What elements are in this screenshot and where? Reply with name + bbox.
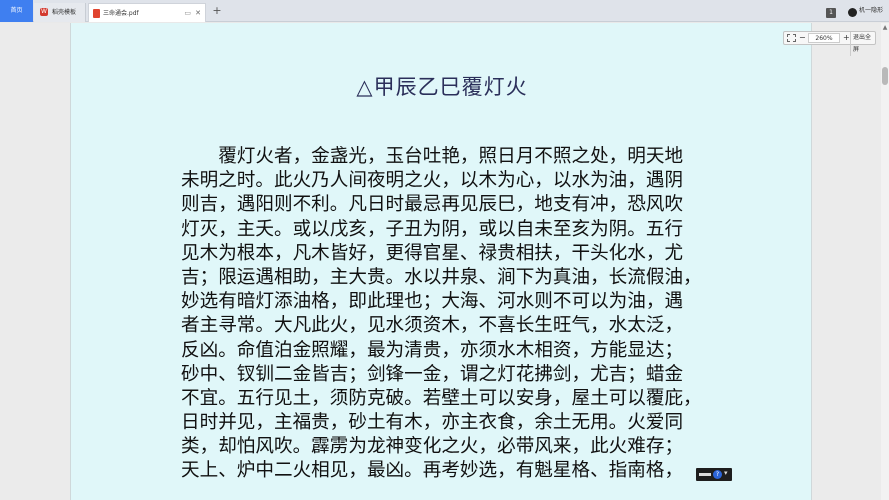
pin-icon[interactable]: ▭ <box>184 4 191 22</box>
help-icon[interactable]: ? <box>713 470 722 479</box>
text-line: 类，却怕风吹。霹雳为龙神变化之火，必带风来，此火难存； <box>181 436 684 458</box>
scroll-thumb[interactable] <box>882 67 888 85</box>
viewer-left-margin <box>0 23 70 500</box>
text-line: 天上、炉中二火相见，最凶。再考妙选，有魁星格、指南格， <box>181 460 684 482</box>
text-line: 不宜。五行见土，须防克破。若壁土可以安身，屋土可以覆庇， <box>181 387 702 409</box>
text-line: 者主寻常。大凡此火，见水须资木，不喜长生旺气，水太泛， <box>181 315 684 337</box>
minimize-bar-icon[interactable] <box>699 473 711 476</box>
zoom-in-button[interactable]: + <box>843 32 850 44</box>
text-line: 砂中、钗钏二金皆吉；剑锋一金，谓之灯花拂剑，尤吉；蜡金 <box>181 363 684 385</box>
scroll-up-icon[interactable]: ▲ <box>881 24 889 32</box>
tab-pdf-document[interactable]: 三命通会.pdf ▭ ✕ <box>88 3 206 22</box>
viewer-right-margin <box>812 23 889 500</box>
avatar[interactable] <box>848 8 857 17</box>
text-line: 妙选有暗灯添油格，即此理也；大海、河水则不可以为油，遇 <box>181 291 684 313</box>
pdf-page[interactable]: △甲辰乙巳覆灯火 覆灯火者，金盏光，玉台吐艳，照日月不照之处，明天地 未明之时。此… <box>70 23 812 500</box>
zoom-toolbar: − 260% + 退出全屏 <box>783 31 876 56</box>
floating-mini-panel[interactable]: ? ▾ <box>696 468 732 481</box>
tab-template-label: 稻壳模板 <box>52 9 77 16</box>
pdf-file-icon <box>93 9 100 18</box>
text-line: 反凶。命值泊金照耀，最为清贵，亦须水木相资，方能显达； <box>181 339 684 361</box>
tab-bar: 首页 W 稻壳模板 三命通会.pdf ▭ ✕ + 1 机一隐形 <box>0 0 889 22</box>
user-name[interactable]: 机一隐形 <box>859 0 883 22</box>
text-line: 则吉，遇阳则不利。凡日时最忌再见辰巳，地支有冲，恐风吹 <box>181 194 684 216</box>
text-line: 见木为根本，凡木皆好，更得官星、禄贵相扶，干头化水，尤 <box>181 242 684 264</box>
wps-logo-icon: W <box>40 8 48 16</box>
page-title: △甲辰乙巳覆灯火 <box>356 75 528 99</box>
fit-page-icon[interactable] <box>787 34 796 42</box>
text-line: 覆灯火者，金盏光，玉台吐艳，照日月不照之处，明天地 <box>181 146 684 167</box>
chevron-down-icon[interactable]: ▾ <box>724 469 728 477</box>
tab-pdf-label: 三命通会.pdf <box>103 10 139 17</box>
close-icon[interactable]: ✕ <box>195 4 201 22</box>
tab-template[interactable]: W 稻壳模板 <box>34 3 86 22</box>
exit-fullscreen-button[interactable]: 退出全屏 <box>850 32 875 56</box>
text-line: 日时并见，主福贵，砂土有木，亦主衣食，余土无用。火爱同 <box>181 412 684 434</box>
page-body-text: 覆灯火者，金盏光，玉台吐艳，照日月不照之处，明天地 未明之时。此火乃人间夜明之火，… <box>181 145 711 484</box>
zoom-out-button[interactable]: − <box>799 32 806 44</box>
new-tab-button[interactable]: + <box>210 2 224 20</box>
zoom-level-field[interactable]: 260% <box>808 33 840 43</box>
text-line: 未明之时。此火乃人间夜明之火，以木为心，以水为油，遇阴 <box>181 170 684 192</box>
text-line: 灯灭，主夭。或以戊亥，子丑为阴，或以自未至亥为阴。五行 <box>181 218 684 240</box>
text-line: 吉；限运遇相助，主大贵。水以井泉、涧下为真油，长流假油， <box>181 266 702 288</box>
window-count-badge[interactable]: 1 <box>826 8 836 18</box>
tab-home[interactable]: 首页 <box>0 0 33 22</box>
vertical-scrollbar[interactable]: ▲ <box>881 23 889 500</box>
